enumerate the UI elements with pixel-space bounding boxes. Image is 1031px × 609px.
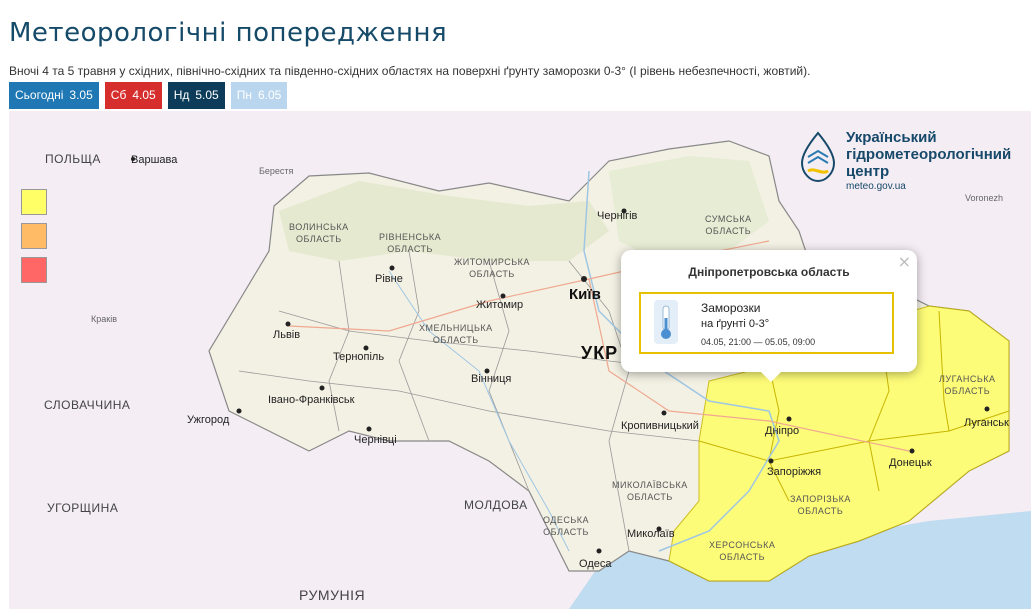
- warning-title: Заморозки: [701, 301, 761, 315]
- label-warsaw: Варшава: [131, 154, 178, 166]
- tab-sunday[interactable]: Нд 5.05: [167, 82, 225, 109]
- label-poland: ПОЛЬЩА: [45, 152, 101, 166]
- label-moldova: МОЛДОВА: [464, 498, 528, 512]
- label-chernivtsi: Чернівці: [354, 434, 397, 446]
- label-khmelnytskyi-oblast: ХМЕЛЬНИЦЬКА ОБЛАСТЬ: [419, 323, 493, 345]
- warning-card: Заморозки на ґрунті 0-3° 04.05, 21:00 — …: [639, 292, 894, 354]
- warning-subtitle: на ґрунті 0-3°: [701, 318, 770, 330]
- legend-orange[interactable]: [21, 223, 47, 249]
- label-slovakia: СЛОВАЧЧИНА: [44, 398, 131, 412]
- label-luhansk: Луганськ: [964, 417, 1009, 429]
- thermometer-icon: [654, 300, 678, 344]
- label-lviv: Львів: [273, 329, 301, 341]
- legend-red[interactable]: [21, 257, 47, 283]
- popup-region-title: Дніпропетровська область: [688, 265, 850, 279]
- region-popup: × Дніпропетровська область Заморозки на …: [621, 250, 917, 382]
- page-title: Метеорологічні попередження: [9, 18, 448, 48]
- warning-map[interactable]: ПОЛЬЩА Варшава Берестя Краків СЛОВАЧЧИНА…: [9, 111, 1031, 609]
- label-vinnytsia: Вінниця: [471, 373, 512, 385]
- label-sumy-oblast: СУМСЬКА ОБЛАСТЬ: [705, 214, 752, 236]
- warning-time: 04.05, 21:00 — 05.05, 09:00: [701, 337, 816, 347]
- label-mykolaiv: Миколаїв: [627, 528, 675, 540]
- label-hungary: УГОРЩИНА: [47, 501, 119, 515]
- label-ivano-frankivsk: Івано-Франківськ: [268, 394, 355, 406]
- label-zhytomyr: Житомир: [476, 299, 524, 311]
- label-krakow: Краків: [91, 314, 117, 324]
- label-zaporizhzhia-oblast: ЗАПОРІЗЬКА ОБЛАСТЬ: [790, 494, 851, 516]
- label-ukraine: УКР: [581, 343, 619, 363]
- label-voronezh: Voronezh: [965, 193, 1004, 203]
- logo-url: meteo.gov.ua: [846, 181, 906, 192]
- tab-saturday[interactable]: Сб 4.05: [104, 82, 162, 109]
- label-brest: Берестя: [259, 166, 294, 176]
- hydromet-logo-icon: [800, 131, 836, 183]
- label-mykolaiv-oblast: МИКОЛАЇВСЬКА ОБЛАСТЬ: [612, 480, 688, 502]
- tab-today[interactable]: Сьогодні 3.05: [9, 82, 99, 109]
- label-zhytomyr-oblast: ЖИТОМИРСЬКА ОБЛАСТЬ: [454, 257, 530, 279]
- label-dnipro: Дніпро: [765, 425, 800, 437]
- label-uzhhorod: Ужгород: [187, 414, 230, 426]
- logo-text: Український гідрометеорологічний центр: [846, 129, 1012, 180]
- ukrhydromet-logo[interactable]: Український гідрометеорологічний центр m…: [798, 129, 1028, 192]
- label-kherson-oblast: ХЕРСОНСЬКА ОБЛАСТЬ: [709, 540, 776, 562]
- label-odesa: Одеса: [579, 558, 612, 570]
- label-donetsk: Донецьк: [889, 457, 932, 469]
- label-chernihiv: Чернігів: [597, 210, 638, 222]
- legend-yellow[interactable]: [21, 189, 47, 215]
- label-kropyvnytskyi: Кропивницький: [621, 420, 699, 432]
- label-odesa-oblast: ОДЕСЬКА ОБЛАСТЬ: [543, 515, 590, 537]
- label-kyiv: Київ: [569, 286, 601, 303]
- label-luhansk-oblast: ЛУГАНСЬКА ОБЛАСТЬ: [939, 374, 996, 396]
- label-rivne: Рівне: [375, 273, 403, 285]
- label-ternopil: Тернопіль: [333, 351, 385, 363]
- label-romania: РУМУНІЯ: [299, 587, 366, 603]
- label-rivne-oblast: РІВНЕНСЬКА ОБЛАСТЬ: [379, 232, 442, 254]
- warning-description: Вночі 4 та 5 травня у східних, північно-…: [9, 64, 811, 78]
- label-zaporizhzhia: Запоріжжя: [767, 466, 822, 478]
- tab-monday[interactable]: Пн 6.05: [230, 82, 288, 109]
- date-tabs: Сьогодні 3.05 Сб 4.05 Нд 5.05 Пн 6.05: [9, 82, 288, 109]
- label-volyn-oblast: ВОЛИНСЬКА ОБЛАСТЬ: [289, 222, 349, 244]
